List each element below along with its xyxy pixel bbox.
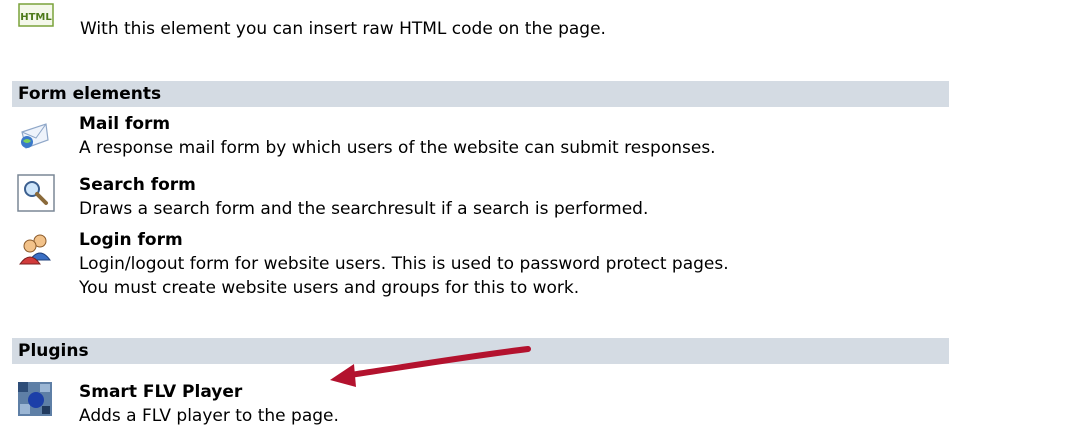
smart-flv-player-description: Adds a FLV player to the page.	[79, 406, 339, 426]
section-header-plugins: Plugins	[12, 338, 949, 364]
login-form-description-line2: You must create website users and groups…	[79, 278, 580, 298]
smart-flv-player-title[interactable]: Smart FLV Player	[79, 380, 242, 404]
mail-form-description: A response mail form by which users of t…	[79, 138, 716, 158]
html-element-description: With this element you can insert raw HTM…	[80, 19, 606, 39]
content-elements-page: HTML With this element you can insert ra…	[0, 0, 1075, 432]
search-form-description: Draws a search form and the searchresult…	[79, 199, 649, 219]
html-icon: HTML	[18, 0, 56, 32]
login-form-title[interactable]: Login form	[79, 228, 183, 252]
html-icon-label: HTML	[20, 12, 52, 23]
mail-form-icon	[18, 118, 52, 152]
flv-player-icon	[18, 382, 52, 416]
search-icon	[17, 174, 55, 212]
login-form-description-line1: Login/logout form for website users. Thi…	[79, 254, 729, 274]
users-icon	[18, 232, 52, 266]
mail-form-title[interactable]: Mail form	[79, 112, 170, 136]
section-header-form-elements: Form elements	[12, 81, 949, 107]
search-form-title[interactable]: Search form	[79, 173, 196, 197]
